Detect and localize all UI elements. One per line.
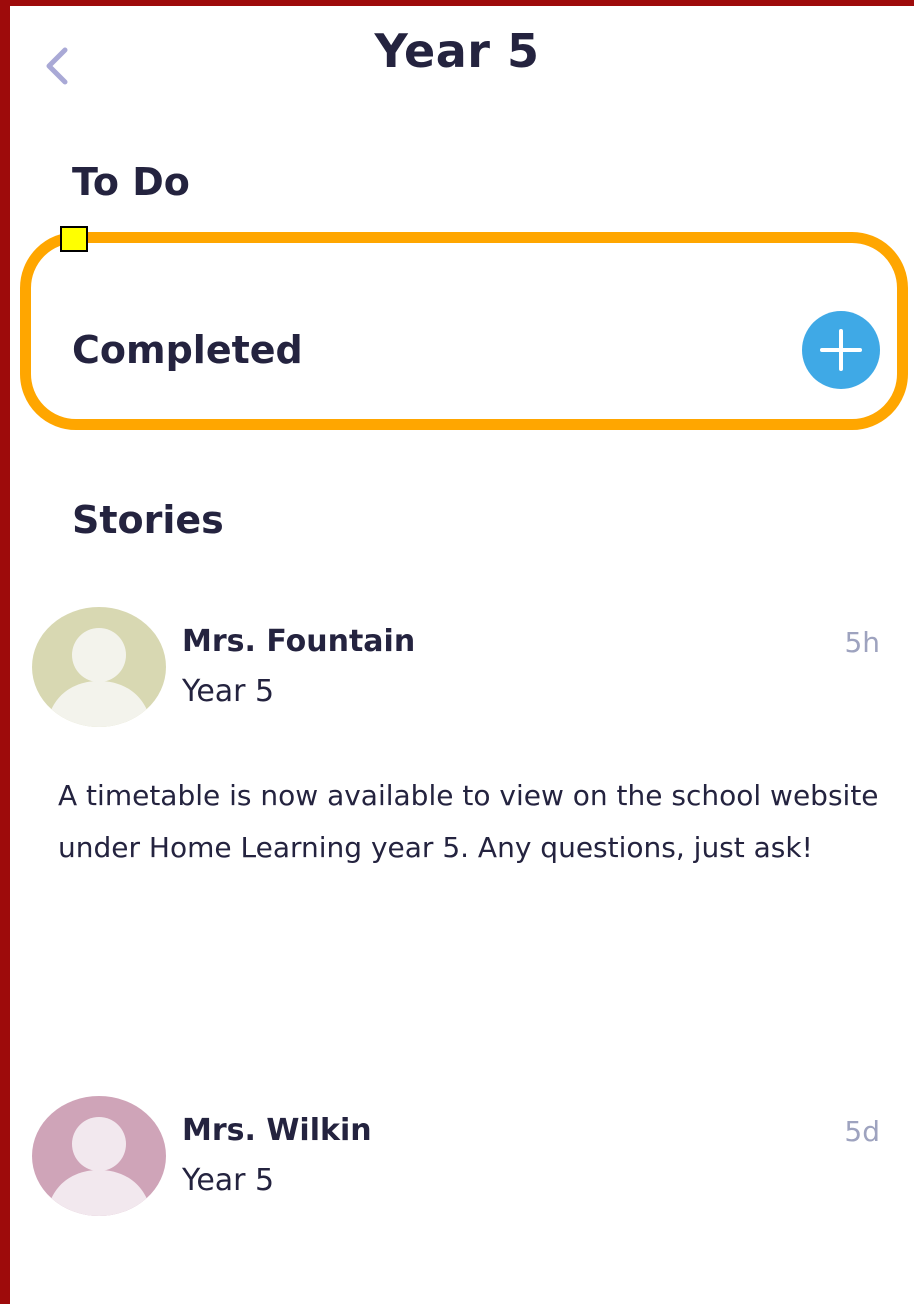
person-avatar-icon xyxy=(32,607,166,727)
avatar[interactable] xyxy=(32,607,166,727)
story-class: Year 5 xyxy=(182,1163,275,1198)
page-title: Year 5 xyxy=(374,24,540,78)
stories-section-header: Stories xyxy=(72,498,224,542)
story-author[interactable]: Mrs. Wilkin xyxy=(182,1113,372,1148)
window-frame-top xyxy=(0,0,914,6)
story-author[interactable]: Mrs. Fountain xyxy=(182,624,415,659)
story-timestamp: 5h xyxy=(844,626,880,659)
cursor-marker xyxy=(60,226,88,252)
story-class: Year 5 xyxy=(182,674,275,709)
todo-section-header[interactable]: To Do xyxy=(72,160,190,204)
person-avatar-icon xyxy=(32,1096,166,1216)
story-body: A timetable is now available to view on … xyxy=(58,779,879,864)
expand-completed-button[interactable] xyxy=(802,311,880,389)
story-timestamp: 5d xyxy=(844,1115,880,1148)
completed-section-header[interactable]: Completed xyxy=(72,328,303,372)
plus-icon xyxy=(820,329,862,371)
avatar[interactable] xyxy=(32,1096,166,1216)
window-frame-left xyxy=(0,0,10,1304)
